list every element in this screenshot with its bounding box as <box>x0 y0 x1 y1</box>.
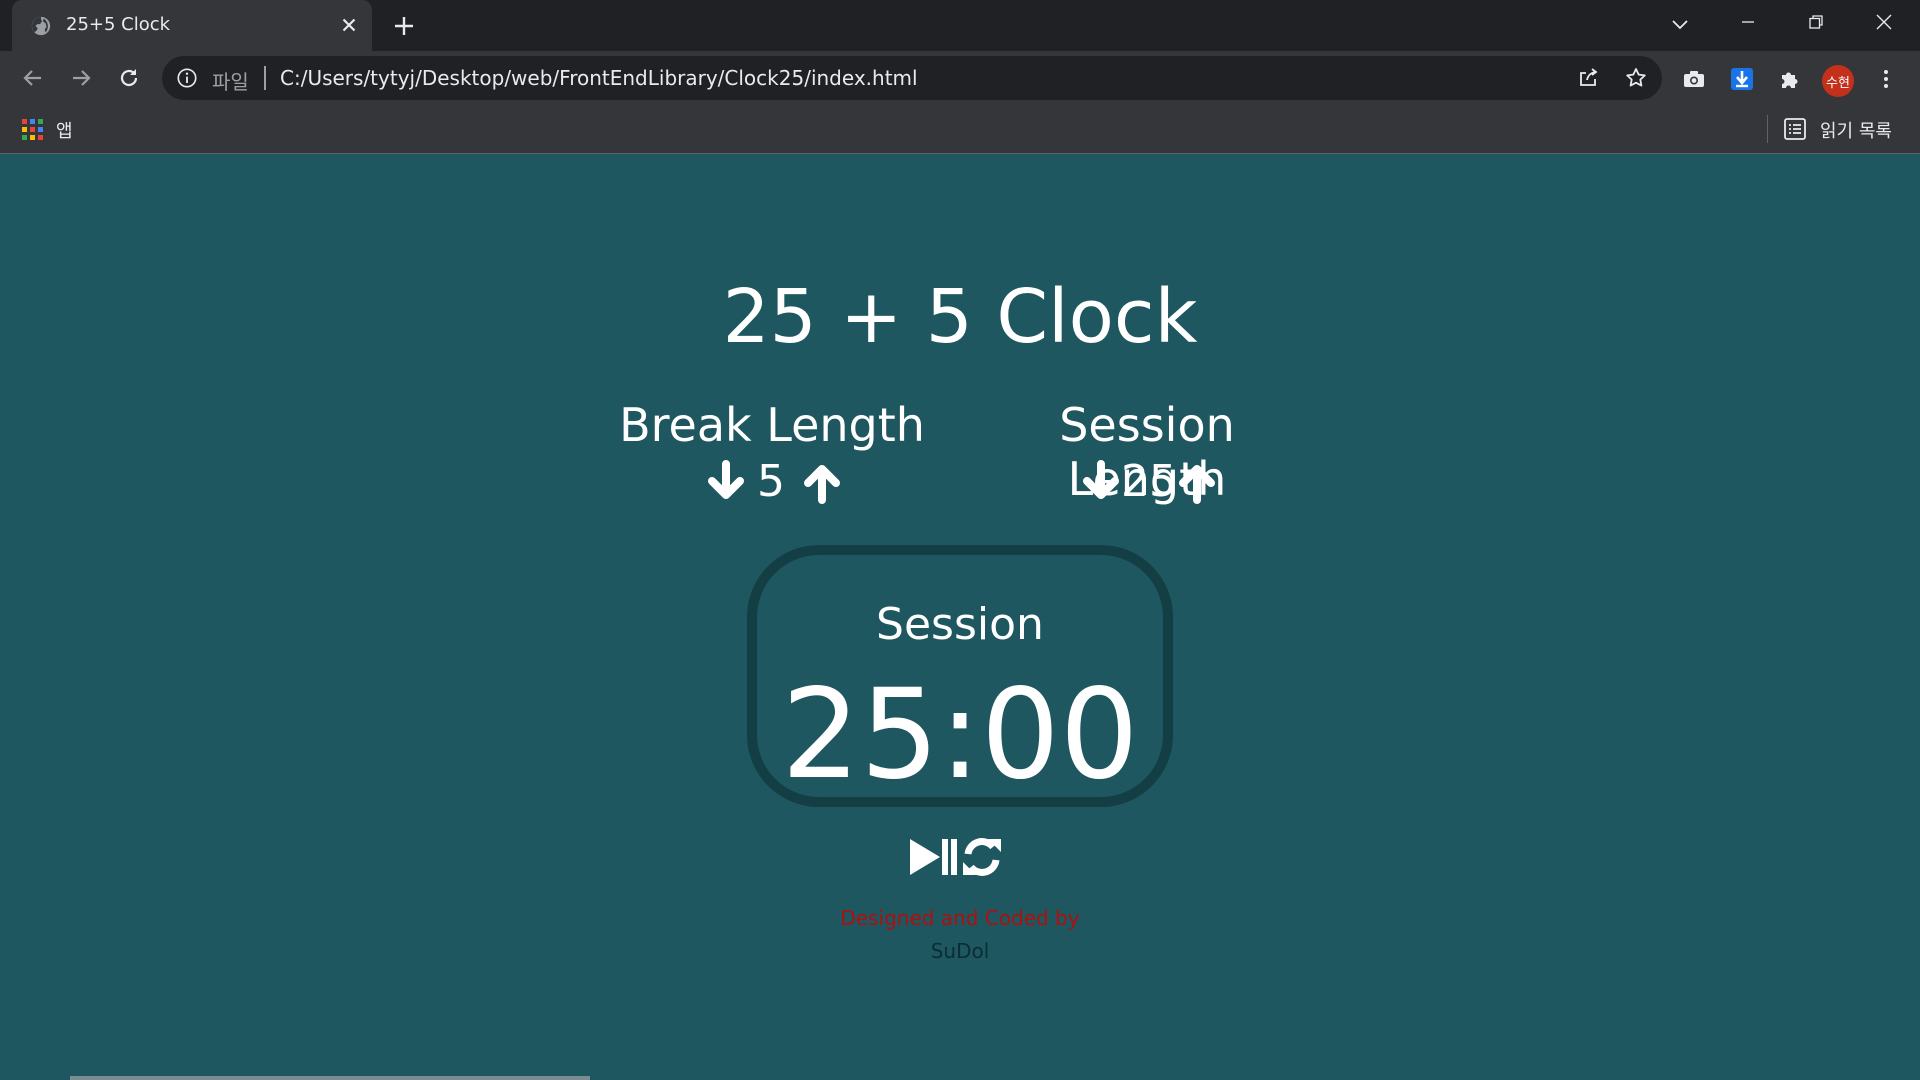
reload-icon <box>120 69 138 87</box>
extensions-puzzle-icon[interactable] <box>1776 65 1804 93</box>
close-window-icon <box>1876 14 1892 30</box>
url-text[interactable]: C:/Users/tytyj/Desktop/web/FrontEndLibra… <box>280 66 918 90</box>
session-increment-arrow-up-icon[interactable] <box>1175 460 1219 504</box>
horizontal-scrollbar[interactable] <box>70 1076 590 1080</box>
info-icon[interactable] <box>176 67 198 89</box>
share-icon[interactable] <box>1576 66 1600 90</box>
apps-shortcut[interactable]: 앱 <box>56 117 73 143</box>
break-decrement-arrow-down-icon[interactable] <box>704 460 748 504</box>
bookmarks-bar: 앱 읽기 목록 <box>0 105 1920 154</box>
break-increment-arrow-up-icon[interactable] <box>800 460 844 504</box>
browser-tab[interactable]: 25+5 Clock <box>12 0 372 51</box>
reload-button[interactable] <box>114 63 144 93</box>
new-tab-plus-icon[interactable] <box>392 14 416 38</box>
tab-strip: 25+5 Clock <box>0 0 1920 51</box>
arrow-left-icon <box>23 70 41 86</box>
session-length-value: 25 <box>1121 456 1177 507</box>
clock-page: 25 + 5 Clock Break Length Session Length… <box>0 154 1920 1080</box>
bookmark-star-icon[interactable] <box>1624 66 1648 90</box>
timer-display: Session 25:00 <box>747 545 1173 807</box>
download-extension-icon[interactable] <box>1728 65 1756 93</box>
browser-toolbar: 파일 C:/Users/tytyj/Desktop/web/FrontEndLi… <box>0 51 1920 105</box>
address-bar[interactable]: 파일 C:/Users/tytyj/Desktop/web/FrontEndLi… <box>162 56 1662 100</box>
break-controls: 5 <box>700 456 850 520</box>
time-left: 25:00 <box>781 663 1139 807</box>
arrow-right-icon <box>73 70 91 86</box>
profile-avatar[interactable]: 수현 <box>1822 65 1854 97</box>
globe-icon <box>31 16 51 36</box>
session-controls: 25 <box>1075 456 1225 520</box>
play-pause-icon[interactable] <box>908 836 958 878</box>
omnibox-divider <box>264 66 266 90</box>
restore-icon <box>1809 15 1823 29</box>
close-tab-icon[interactable] <box>338 14 360 36</box>
camera-extension-icon[interactable] <box>1680 65 1708 93</box>
reading-list-icon[interactable] <box>1784 118 1806 140</box>
bookmarks-divider <box>1767 115 1768 143</box>
session-decrement-arrow-down-icon[interactable] <box>1079 460 1123 504</box>
break-length-value: 5 <box>757 456 785 507</box>
page-title: 25 + 5 Clock <box>722 274 1198 360</box>
minimize-button[interactable] <box>1714 0 1782 44</box>
back-button[interactable] <box>18 63 48 93</box>
tab-title: 25+5 Clock <box>66 14 171 35</box>
restore-button[interactable] <box>1782 0 1850 44</box>
browser-menu-icon[interactable] <box>1872 65 1900 93</box>
minimize-icon <box>1742 21 1754 23</box>
file-scheme-label: 파일 <box>212 70 249 94</box>
credit-line: Designed and Coded by <box>840 906 1080 930</box>
apps-grid-icon[interactable] <box>22 119 43 140</box>
reset-sync-icon[interactable] <box>960 836 1004 878</box>
author-name: SuDol <box>930 939 990 963</box>
tab-search-chevron-icon[interactable] <box>1668 12 1692 36</box>
forward-button[interactable] <box>66 63 96 93</box>
break-length-label: Break Length <box>619 398 925 452</box>
reading-list-button[interactable]: 읽기 목록 <box>1820 117 1892 143</box>
timer-label: Session <box>876 599 1044 650</box>
close-window-button[interactable] <box>1850 0 1918 44</box>
